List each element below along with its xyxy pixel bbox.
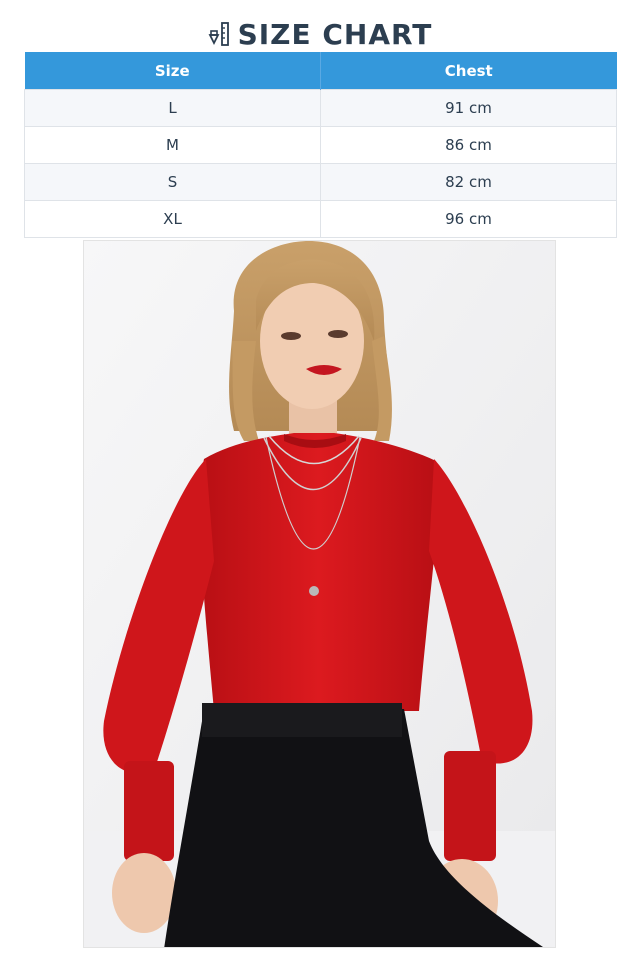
chest-cell: 82 cm	[320, 163, 617, 201]
table-header-row: Size Chest	[24, 52, 617, 90]
size-chart-header: SIZE CHART	[0, 14, 640, 54]
column-header-chest: Chest	[320, 52, 617, 90]
chest-cell: 96 cm	[320, 200, 617, 238]
table-row: L 91 cm	[24, 89, 617, 127]
chest-cell: 91 cm	[320, 89, 617, 127]
table-row: M 86 cm	[24, 126, 617, 164]
column-header-size: Size	[24, 52, 321, 90]
page-title: SIZE CHART	[237, 17, 433, 51]
table-row: S 82 cm	[24, 163, 617, 201]
product-photo	[83, 240, 556, 948]
size-cell: XL	[24, 200, 321, 238]
chest-cell: 86 cm	[320, 126, 617, 164]
model-illustration	[84, 241, 555, 947]
size-cell: M	[24, 126, 321, 164]
ruler-pencil-icon	[208, 21, 230, 47]
size-table: Size Chest L 91 cm M 86 cm S 82 cm XL 96…	[24, 52, 617, 238]
table-row: XL 96 cm	[24, 200, 617, 238]
size-cell: S	[24, 163, 321, 201]
size-cell: L	[24, 89, 321, 127]
